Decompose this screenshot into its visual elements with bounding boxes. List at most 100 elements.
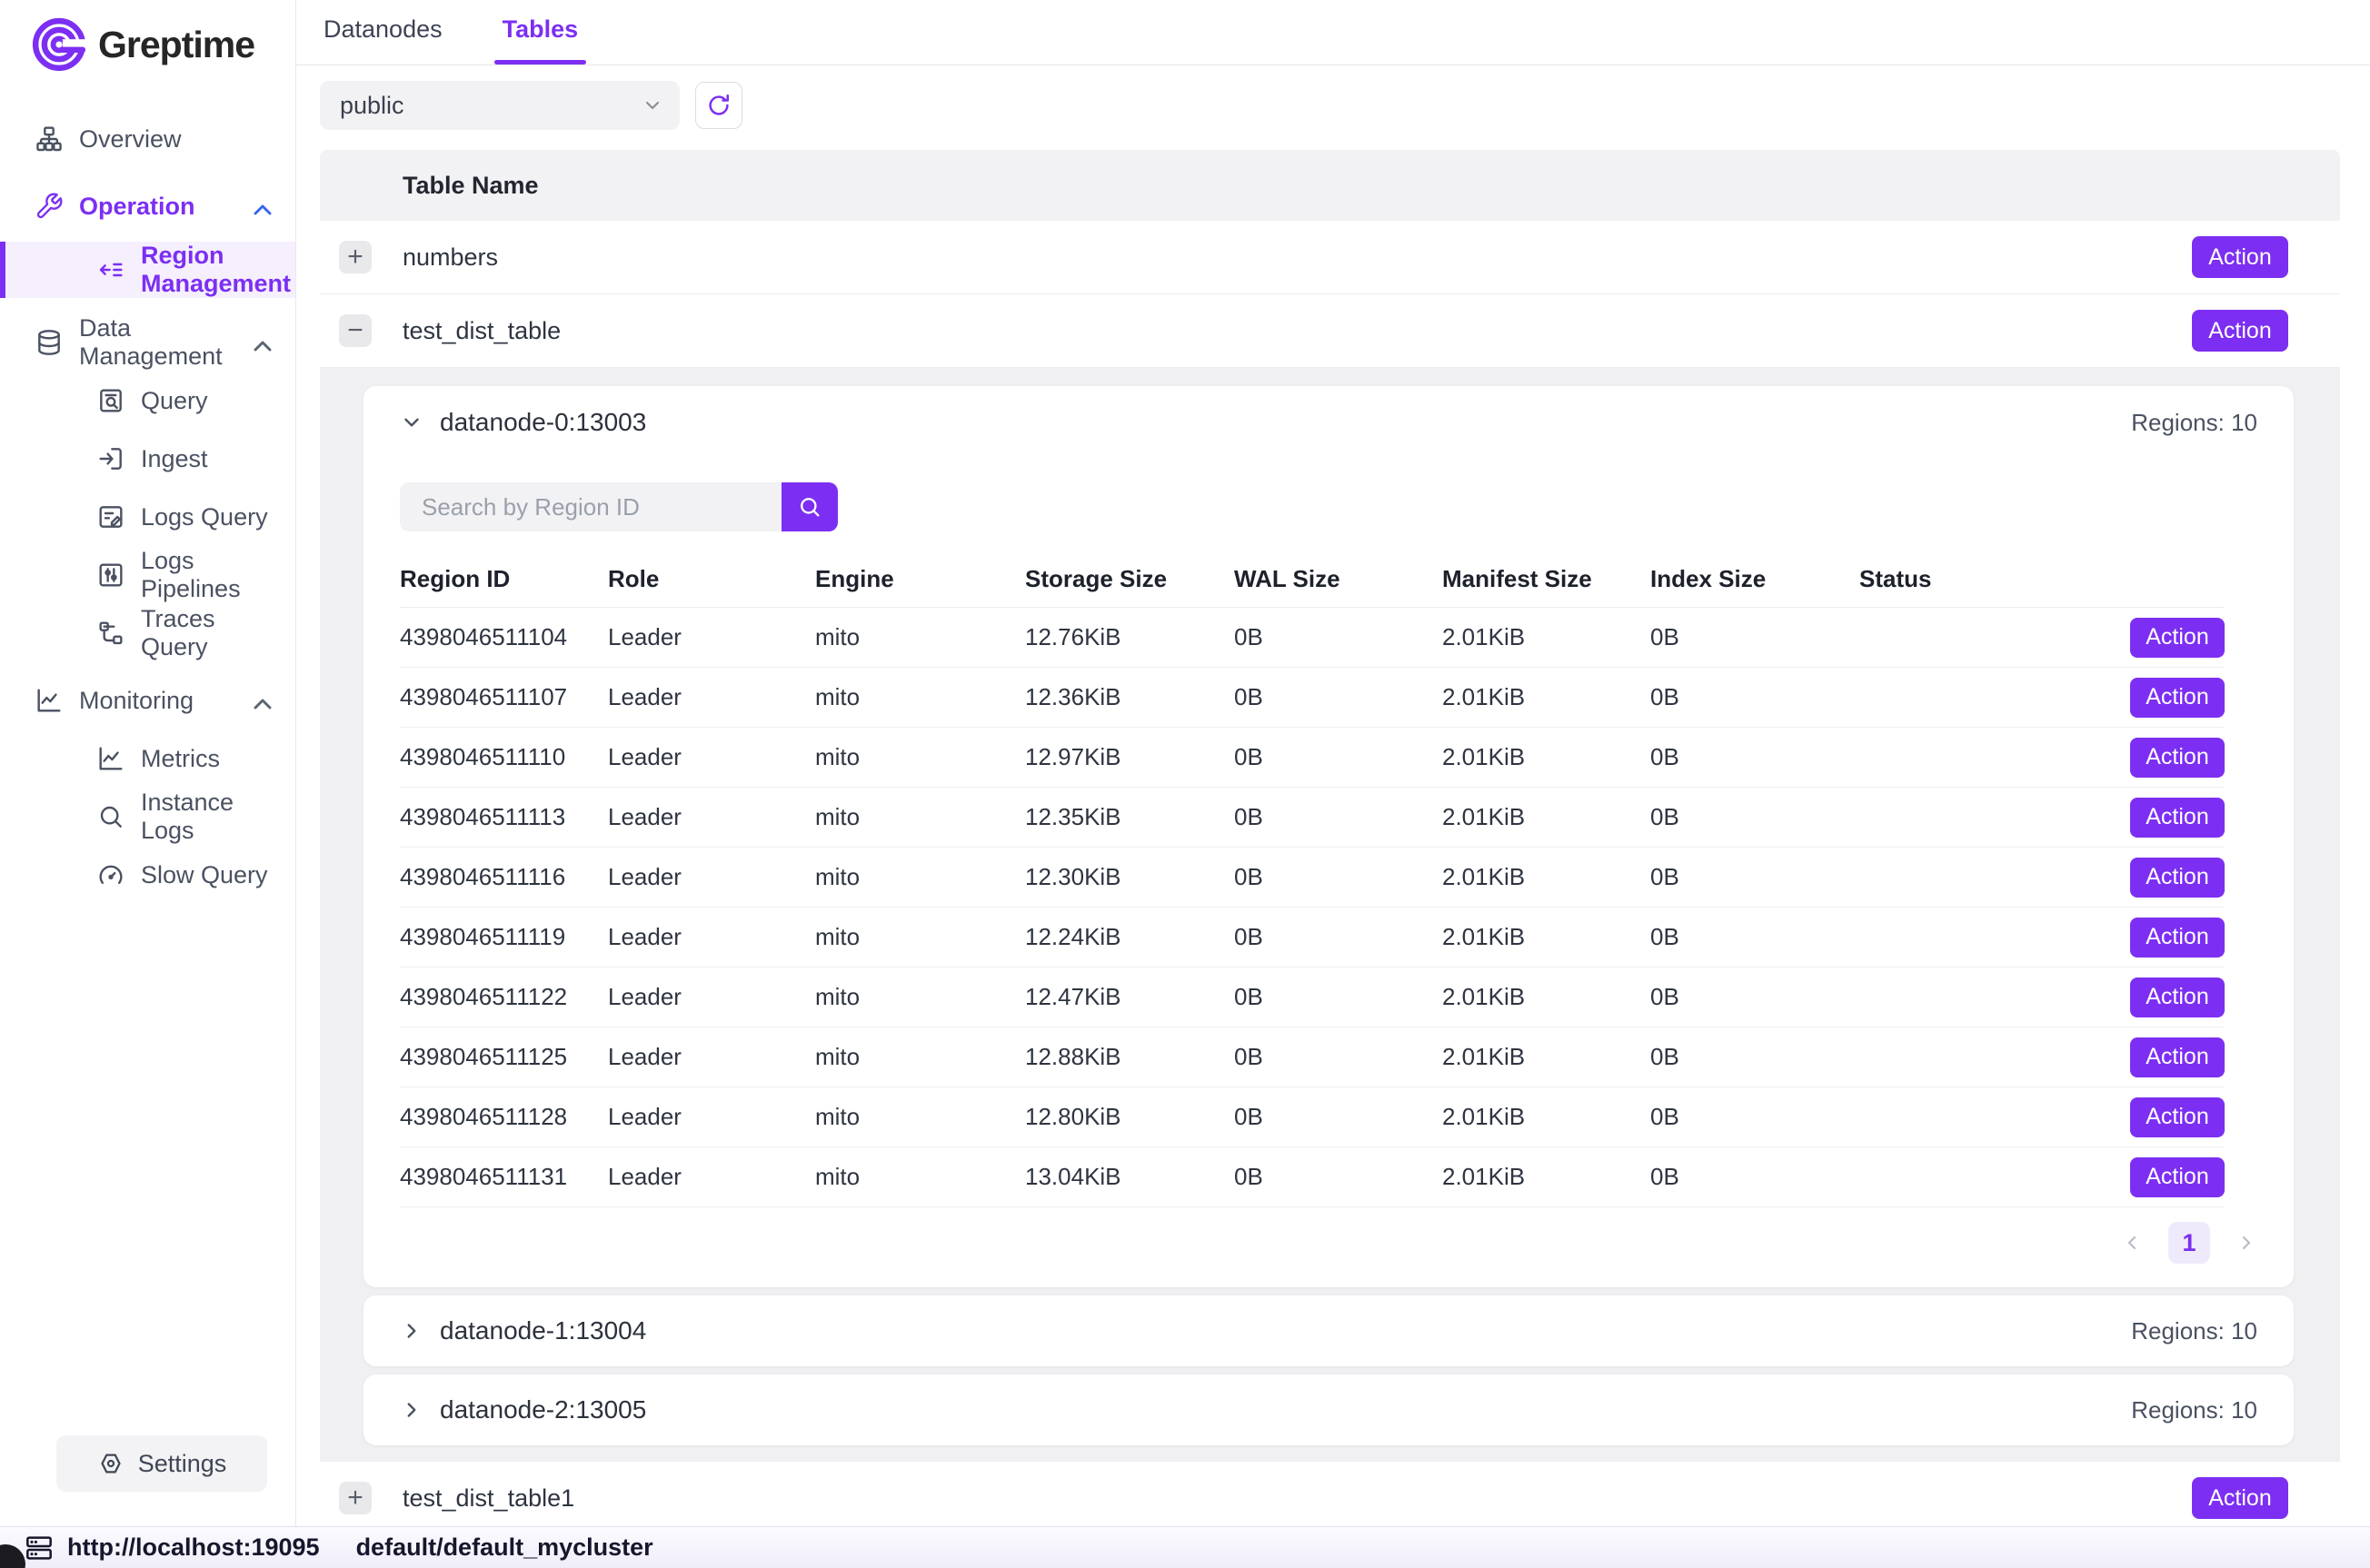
region-action-button[interactable]: Action — [2130, 618, 2225, 658]
region-action-button[interactable]: Action — [2130, 1157, 2225, 1197]
datanode-0-card: datanode-0:13003 Regions: 10 Region ID R… — [363, 386, 2294, 1287]
col-wal-size: WAL Size — [1234, 565, 1442, 593]
col-region-id: Region ID — [400, 565, 608, 593]
chevron-right-icon — [400, 1319, 423, 1343]
schema-select-value: public — [340, 92, 404, 120]
region-storage: 12.88KiB — [1025, 1043, 1234, 1071]
region-role: Leader — [608, 683, 815, 711]
sidebar-item-label: Logs Pipelines — [141, 547, 270, 603]
region-wal: 0B — [1234, 683, 1442, 711]
sidebar-group-monitoring[interactable]: Monitoring — [0, 678, 295, 723]
sidebar-item-slow-query[interactable]: Slow Query — [0, 852, 295, 898]
table-action-button[interactable]: Action — [2192, 1477, 2288, 1519]
region-search-button[interactable] — [782, 482, 838, 531]
region-row: 4398046511119 Leader mito 12.24KiB 0B 2.… — [400, 908, 2225, 968]
sidebar-group-operation[interactable]: Operation — [0, 184, 295, 229]
region-id: 4398046511125 — [400, 1043, 608, 1071]
region-action-button[interactable]: Action — [2130, 798, 2225, 838]
datanode-0-header[interactable]: datanode-0:13003 Regions: 10 — [400, 386, 2257, 459]
region-action-button[interactable]: Action — [2130, 1097, 2225, 1137]
region-id: 4398046511131 — [400, 1163, 608, 1191]
sidebar-item-traces-query[interactable]: Traces Query — [0, 610, 295, 656]
region-action-button[interactable]: Action — [2130, 858, 2225, 898]
settings-button[interactable]: Settings — [56, 1435, 267, 1492]
region-role: Leader — [608, 743, 815, 771]
region-action-button[interactable]: Action — [2130, 918, 2225, 958]
tables-list: Table Name + numbers Action − test_dist_… — [320, 150, 2340, 1535]
sidebar-item-query[interactable]: Query — [0, 378, 295, 423]
region-action-button[interactable]: Action — [2130, 1037, 2225, 1077]
datanode-name: datanode-1:13004 — [440, 1316, 646, 1345]
sidebar-item-region-management[interactable]: Region Management — [0, 242, 295, 298]
view-tabs: Datanodes Tables — [296, 0, 2370, 65]
traces-query-icon — [96, 619, 125, 648]
region-row: 4398046511107 Leader mito 12.36KiB 0B 2.… — [400, 668, 2225, 728]
region-engine: mito — [815, 683, 1025, 711]
region-row: 4398046511122 Leader mito 12.47KiB 0B 2.… — [400, 968, 2225, 1027]
page-number[interactable]: 1 — [2168, 1222, 2210, 1264]
settings-icon — [97, 1450, 124, 1477]
region-engine: mito — [815, 863, 1025, 891]
col-engine: Engine — [815, 565, 1025, 593]
greptime-logo: Greptime — [0, 0, 295, 73]
expand-toggle-button[interactable]: + — [339, 241, 372, 273]
region-index: 0B — [1650, 1103, 1859, 1131]
region-index: 0B — [1650, 683, 1859, 711]
region-wal: 0B — [1234, 803, 1442, 831]
tables-list-header: Table Name — [320, 150, 2340, 221]
region-index: 0B — [1650, 923, 1859, 951]
table-action-button[interactable]: Action — [2192, 310, 2288, 352]
region-engine: mito — [815, 1103, 1025, 1131]
region-row: 4398046511128 Leader mito 12.80KiB 0B 2.… — [400, 1087, 2225, 1147]
operation-icon — [35, 192, 64, 221]
region-row: 4398046511125 Leader mito 12.88KiB 0B 2.… — [400, 1027, 2225, 1087]
region-role: Leader — [608, 863, 815, 891]
datanode-2-card[interactable]: datanode-2:13005 Regions: 10 — [363, 1374, 2294, 1445]
region-wal: 0B — [1234, 623, 1442, 651]
region-search-input[interactable] — [400, 482, 782, 531]
sidebar-item-overview[interactable]: Overview — [0, 116, 295, 162]
region-row: 4398046511116 Leader mito 12.30KiB 0B 2.… — [400, 848, 2225, 908]
region-search — [400, 482, 2257, 531]
region-index: 0B — [1650, 983, 1859, 1011]
refresh-button[interactable] — [695, 82, 742, 129]
region-action-button[interactable]: Action — [2130, 678, 2225, 718]
query-icon — [96, 386, 125, 415]
expand-toggle-button[interactable]: + — [339, 1482, 372, 1514]
chevron-up-icon — [248, 195, 270, 217]
tab-tables[interactable]: Tables — [500, 15, 582, 65]
region-manifest: 2.01KiB — [1442, 1103, 1650, 1131]
sidebar-group-data-management[interactable]: Data Management — [0, 320, 295, 365]
sidebar-item-logs-query[interactable]: Logs Query — [0, 494, 295, 540]
sidebar-item-instance-logs[interactable]: Instance Logs — [0, 794, 295, 839]
sidebar-item-label: Region Management — [141, 242, 291, 298]
data-management-icon — [35, 328, 64, 357]
region-storage: 12.35KiB — [1025, 803, 1234, 831]
chevron-right-icon[interactable] — [2236, 1232, 2257, 1254]
table-name: numbers — [403, 243, 498, 272]
region-index: 0B — [1650, 623, 1859, 651]
sidebar-item-logs-pipelines[interactable]: Logs Pipelines — [0, 552, 295, 598]
region-storage: 12.80KiB — [1025, 1103, 1234, 1131]
sidebar-item-label: Monitoring — [79, 687, 194, 715]
tab-datanodes[interactable]: Datanodes — [321, 15, 445, 65]
region-action-button[interactable]: Action — [2130, 978, 2225, 1017]
region-id: 4398046511119 — [400, 923, 608, 951]
table-action-button[interactable]: Action — [2192, 236, 2288, 278]
schema-select[interactable]: public — [320, 81, 680, 130]
server-url[interactable]: http://localhost:19095 — [67, 1533, 320, 1562]
region-index: 0B — [1650, 803, 1859, 831]
region-row: 4398046511113 Leader mito 12.35KiB 0B 2.… — [400, 788, 2225, 848]
region-action-button[interactable]: Action — [2130, 738, 2225, 778]
monitoring-icon — [35, 686, 64, 715]
sidebar: Greptime Overview Operation Region Manag… — [0, 0, 296, 1526]
sidebar-item-metrics[interactable]: Metrics — [0, 736, 295, 781]
region-manifest: 2.01KiB — [1442, 743, 1650, 771]
chevron-left-icon[interactable] — [2121, 1232, 2143, 1254]
region-manifest: 2.01KiB — [1442, 803, 1650, 831]
sidebar-item-ingest[interactable]: Ingest — [0, 436, 295, 481]
datanode-1-card[interactable]: datanode-1:13004 Regions: 10 — [363, 1295, 2294, 1366]
metrics-icon — [96, 744, 125, 773]
sidebar-item-label: Operation — [79, 193, 195, 221]
collapse-toggle-button[interactable]: − — [339, 314, 372, 347]
